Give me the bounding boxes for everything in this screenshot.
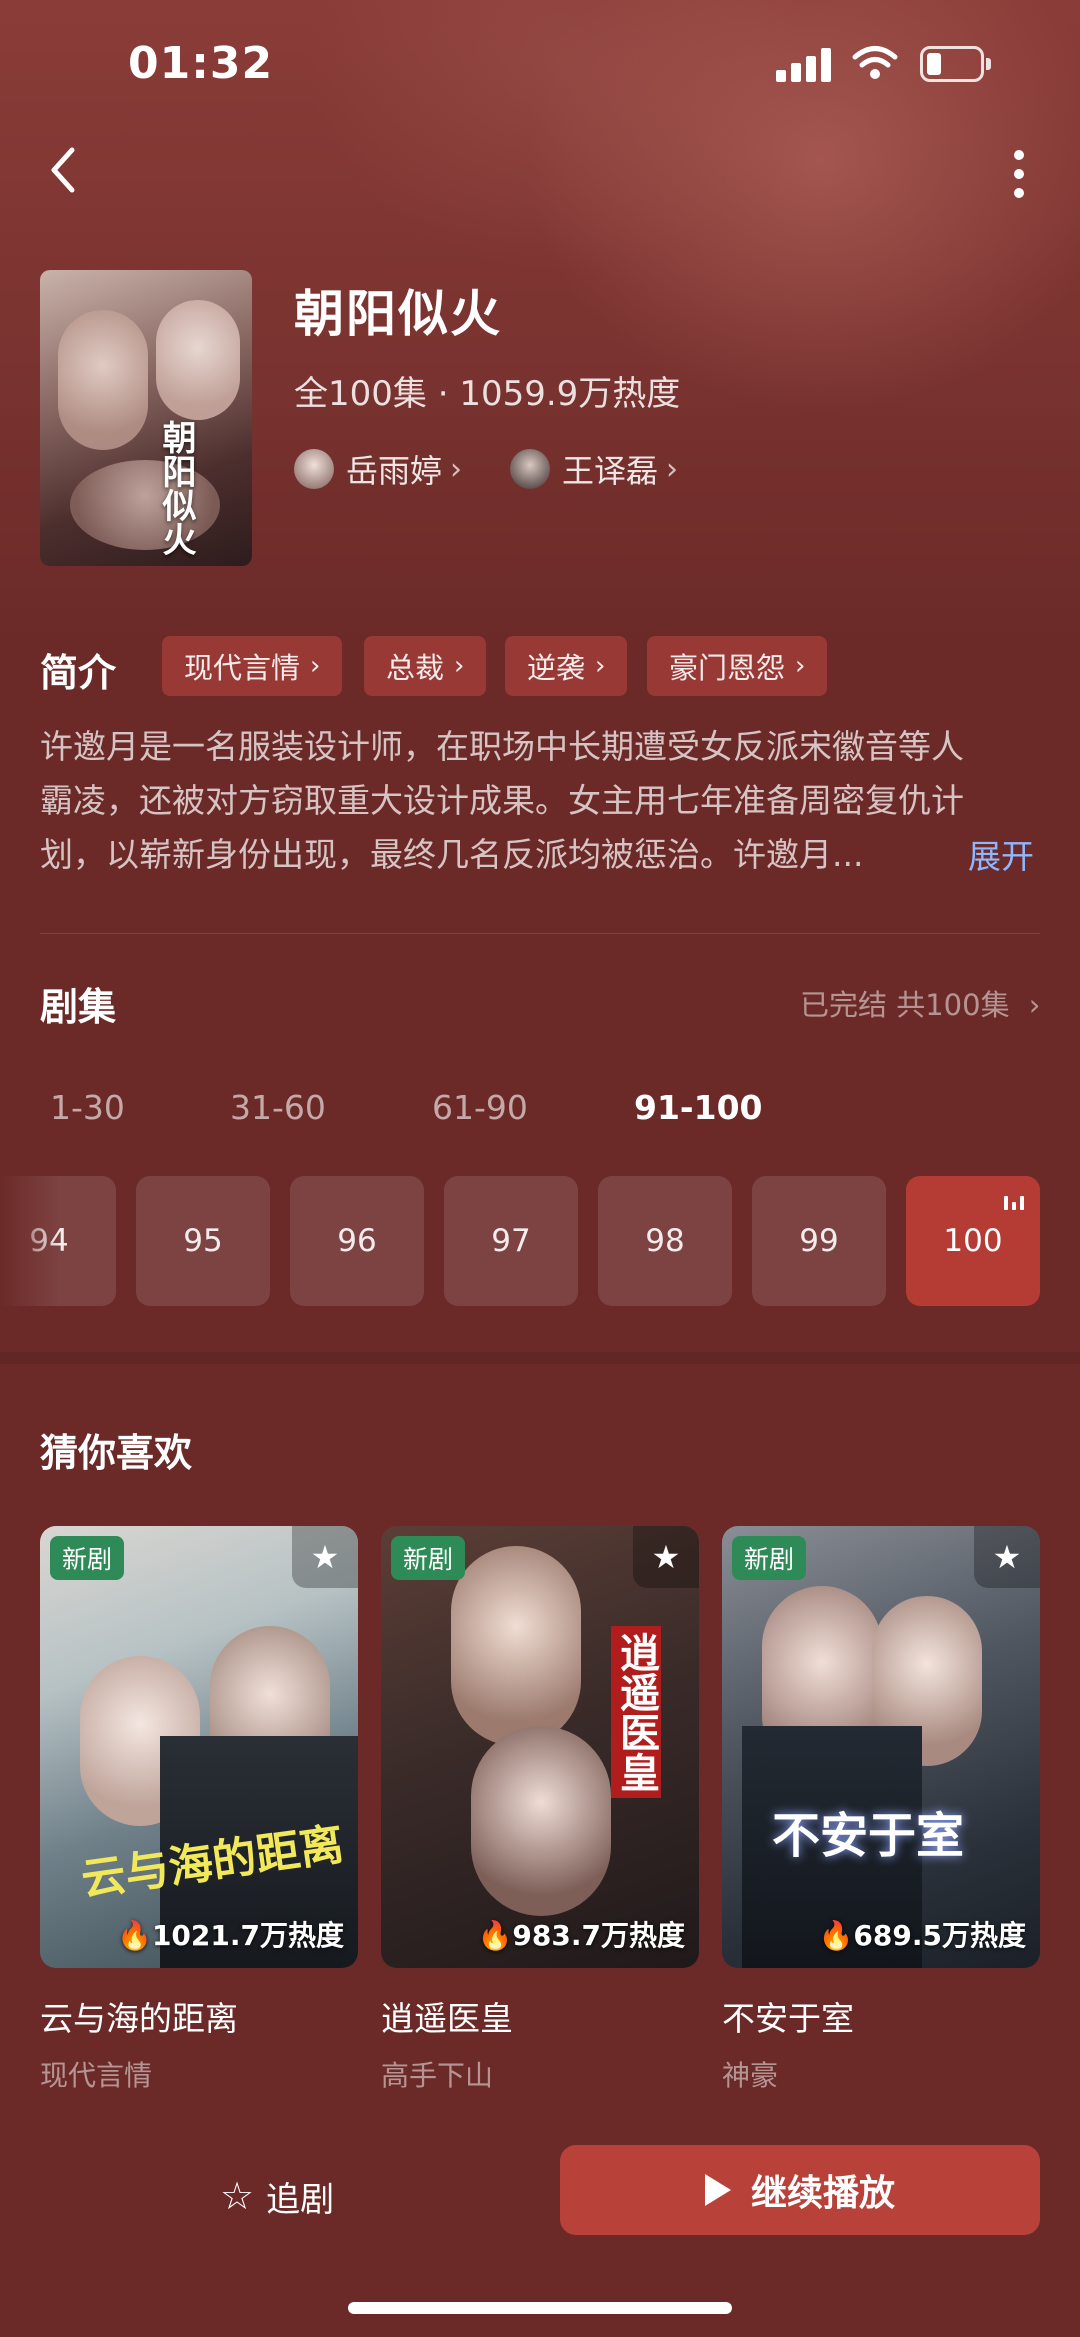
recommend-title[interactable]: 不安于室 bbox=[722, 1992, 854, 2040]
recommend-title[interactable]: 云与海的距离 bbox=[40, 1992, 238, 2040]
episode-range-tab[interactable]: 1-30 bbox=[50, 1088, 125, 1127]
drama-title: 朝阳似火 bbox=[294, 285, 502, 343]
tag-label: 现代言情 bbox=[184, 651, 301, 685]
follow-button[interactable]: ☆ 追剧 bbox=[220, 2166, 334, 2226]
episode-button-current[interactable]: 100 bbox=[906, 1176, 1040, 1306]
flame-icon: 🔥 bbox=[117, 1919, 152, 1952]
recommend-genre: 现代言情 bbox=[40, 2059, 153, 2092]
recommend-card[interactable]: 不安于室 新剧 ★ 🔥689.5万热度 bbox=[722, 1526, 1040, 1968]
episode-number: 100 bbox=[943, 1223, 1003, 1259]
scroll-fade bbox=[0, 1170, 60, 1310]
recommend-card[interactable]: 逍遥医皇 新剧 ★ 🔥983.7万热度 bbox=[381, 1526, 699, 1968]
recommend-genre: 神豪 bbox=[722, 2059, 779, 2092]
recommend-heading: 猜你喜欢 bbox=[40, 1431, 193, 1475]
chevron-left-icon bbox=[51, 147, 75, 193]
follow-label: 追剧 bbox=[266, 2179, 335, 2220]
cellular-signal-icon bbox=[776, 48, 834, 82]
genre-tag[interactable]: 豪门恩怨 › bbox=[647, 636, 828, 696]
actor-name: 岳雨婷 bbox=[346, 452, 443, 490]
new-badge: 新剧 bbox=[50, 1536, 125, 1580]
expand-link[interactable]: 展开 bbox=[968, 830, 1034, 878]
poster-title-art: 逍遥医皇 bbox=[611, 1626, 661, 1798]
chevron-right-icon: › bbox=[795, 651, 806, 681]
episode-button[interactable]: 96 bbox=[290, 1176, 424, 1306]
heat-value: 983.7万热度 bbox=[512, 1919, 685, 1952]
status-time: 01:32 bbox=[128, 38, 274, 89]
flame-icon: 🔥 bbox=[477, 1919, 513, 1952]
tag-label: 豪门恩怨 bbox=[669, 651, 786, 685]
new-badge: 新剧 bbox=[732, 1536, 807, 1580]
actor-link[interactable]: 王译磊 › bbox=[510, 444, 678, 494]
poster-title-art: 不安于室 bbox=[772, 1808, 965, 1864]
episodes-all-link[interactable]: 已完结 共100集 › bbox=[800, 982, 1040, 1024]
episode-button[interactable]: 95 bbox=[136, 1176, 270, 1306]
intro-line: 许邀月是一名服装设计师，在职场中长期遭受女反派宋徽音等人 bbox=[40, 727, 964, 766]
episode-range-tab[interactable]: 31-60 bbox=[230, 1088, 326, 1127]
back-button[interactable] bbox=[40, 140, 88, 200]
play-label: 继续播放 bbox=[750, 2173, 895, 2214]
cover-title-art: 朝阳似火 bbox=[156, 420, 196, 556]
battery-icon bbox=[920, 46, 992, 82]
home-indicator[interactable] bbox=[348, 2302, 732, 2314]
actor-name: 王译磊 bbox=[562, 452, 659, 490]
intro-text: 许邀月是一名服装设计师，在职场中长期遭受女反派宋徽音等人 霸凌，还被对方窃取重大… bbox=[40, 720, 1040, 882]
chevron-right-icon: › bbox=[595, 651, 606, 681]
recommend-genre: 高手下山 bbox=[381, 2059, 494, 2092]
star-icon[interactable]: ★ bbox=[292, 1526, 358, 1588]
genre-tag[interactable]: 现代言情 › bbox=[162, 636, 343, 696]
recommend-title[interactable]: 逍遥医皇 bbox=[381, 1992, 513, 2040]
dot-icon bbox=[1014, 150, 1024, 160]
dot-icon bbox=[1014, 169, 1024, 179]
tag-label: 总裁 bbox=[386, 651, 445, 685]
recommend-card[interactable]: 云与海的距离 新剧 ★ 🔥1021.7万热度 bbox=[40, 1526, 358, 1968]
star-icon[interactable]: ★ bbox=[633, 1526, 699, 1588]
drama-cover[interactable]: 朝阳似火 bbox=[40, 270, 252, 566]
section-separator bbox=[0, 1352, 1080, 1364]
star-icon[interactable]: ★ bbox=[974, 1526, 1040, 1588]
intro-line: 划，以崭新身份出现，最终几名反派均被惩治。许邀月... bbox=[40, 835, 864, 874]
chevron-right-icon: › bbox=[310, 651, 321, 681]
heat-count: 🔥983.7万热度 bbox=[478, 1914, 685, 1954]
episode-range-tab[interactable]: 61-90 bbox=[432, 1088, 528, 1127]
star-outline-icon: ☆ bbox=[220, 2174, 255, 2218]
episode-button[interactable]: 99 bbox=[752, 1176, 886, 1306]
genre-tag[interactable]: 逆袭 › bbox=[505, 636, 628, 696]
episode-range-tab-active[interactable]: 91-100 bbox=[634, 1088, 763, 1127]
episode-button[interactable]: 97 bbox=[444, 1176, 578, 1306]
episode-button[interactable]: 98 bbox=[598, 1176, 732, 1306]
episodes-status: 已完结 共100集 bbox=[800, 988, 1010, 1022]
more-options-button[interactable] bbox=[1000, 146, 1040, 202]
episodes-heading: 剧集 bbox=[40, 985, 117, 1029]
now-playing-icon bbox=[1004, 1192, 1026, 1210]
intro-line: 霸凌，还被对方窃取重大设计成果。女主用七年准备周密复仇计 bbox=[40, 781, 964, 820]
flame-icon: 🔥 bbox=[818, 1919, 854, 1952]
continue-play-button[interactable]: 继续播放 bbox=[560, 2145, 1040, 2235]
drama-meta: 全100集 · 1059.9万热度 bbox=[294, 374, 681, 414]
chevron-right-icon: › bbox=[666, 451, 679, 487]
tag-label: 逆袭 bbox=[527, 651, 586, 685]
chevron-right-icon: › bbox=[1028, 988, 1041, 1022]
heat-count: 🔥1021.7万热度 bbox=[117, 1914, 344, 1954]
intro-heading: 简介 bbox=[40, 651, 117, 695]
genre-tag[interactable]: 总裁 › bbox=[364, 636, 487, 696]
dot-icon bbox=[1014, 188, 1024, 198]
wifi-icon bbox=[852, 44, 898, 80]
actor-avatar bbox=[510, 449, 550, 489]
chevron-right-icon: › bbox=[454, 651, 465, 681]
chevron-right-icon: › bbox=[450, 451, 463, 487]
play-icon bbox=[704, 2174, 731, 2206]
heat-count: 🔥689.5万热度 bbox=[819, 1914, 1026, 1954]
actor-avatar bbox=[294, 449, 334, 489]
actor-link[interactable]: 岳雨婷 › bbox=[294, 444, 462, 494]
heat-value: 1021.7万热度 bbox=[151, 1919, 344, 1952]
divider bbox=[40, 933, 1040, 934]
heat-value: 689.5万热度 bbox=[853, 1919, 1026, 1952]
new-badge: 新剧 bbox=[391, 1536, 466, 1580]
